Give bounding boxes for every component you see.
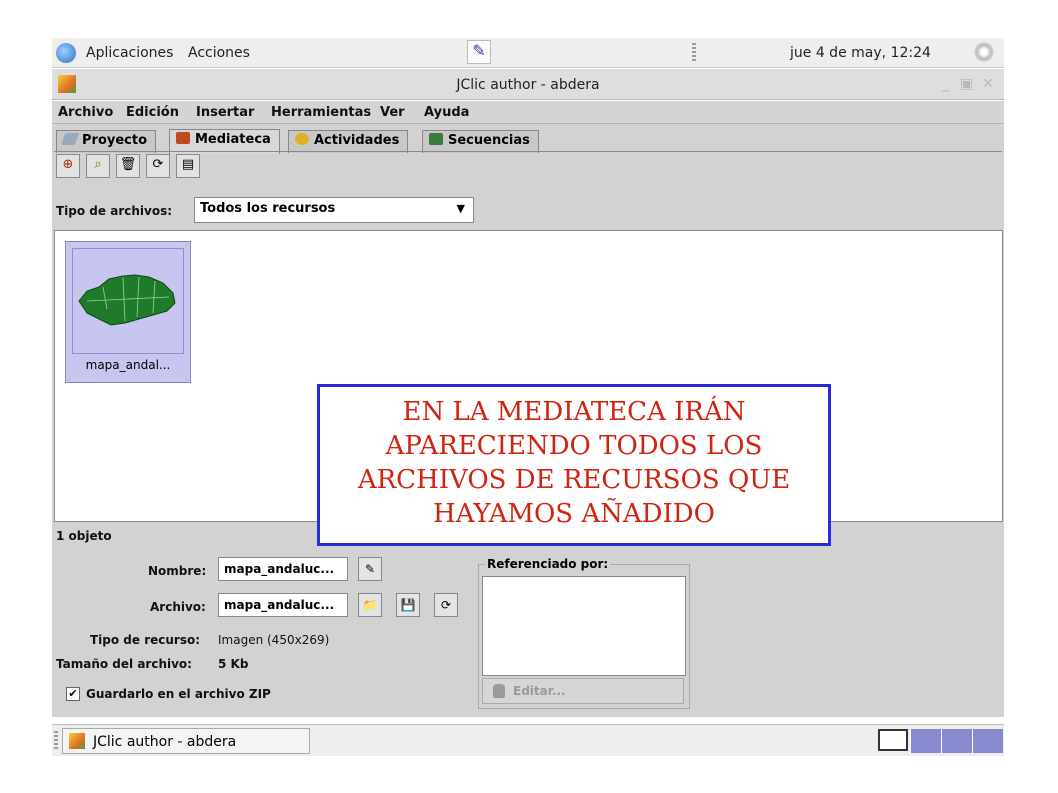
open-folder-button[interactable]: 📁 [358,593,382,617]
annotation-callout: EN LA MEDIATECA IRÁN APARECIENDO TODOS L… [317,384,831,546]
tab-separator [54,151,1002,152]
media-icon [176,132,190,144]
chevron-down-icon: ▼ [456,202,465,215]
zip-label: Guardarlo en el archivo ZIP [86,687,271,701]
workspace-3[interactable] [941,729,972,753]
panel-handle [54,731,58,751]
jclic-task-icon [69,733,85,749]
edit-button[interactable]: Editar... [482,678,684,704]
referenced-by-label: Referenciado por: [485,557,611,571]
media-item-label: mapa_andal... [85,358,171,372]
file-field[interactable]: mapa_andaluc... [218,593,348,617]
workspace-4[interactable] [972,729,1003,753]
file-type-label: Tipo de archivos: [56,204,173,218]
file-label: Archivo: [150,600,206,614]
taskbar-window-label: JClic author - abdera [93,734,237,750]
menu-ayuda[interactable]: Ayuda [424,105,469,120]
file-type-select[interactable]: Todos los recursos ▼ [194,197,474,223]
tab-proyecto[interactable]: Proyecto [56,130,157,153]
applications-menu[interactable]: Aplicaciones [86,45,173,61]
edit-button-label: Editar... [513,684,566,698]
clock[interactable]: jue 4 de may, 12:24 [790,45,931,61]
top-panel: Aplicaciones Acciones ✎ jue 4 de may, 12… [52,38,1004,68]
andalucia-map-icon [78,274,176,326]
file-type-value: Todos los recursos [200,201,336,216]
annotation-line: APARECIENDO TODOS LOS [385,431,763,461]
refresh-button[interactable]: ⟳ [434,593,458,617]
window-title: JClic author - abdera [456,77,600,93]
annotation-line: ARCHIVOS DE RECURSOS QUE [357,465,791,495]
menu-insertar[interactable]: Insertar [196,105,254,120]
close-icon[interactable]: ✕ [982,76,994,92]
panel-separator-handle [692,43,696,63]
menu-bar: Archivo Edición Insertar Herramientas Ve… [52,101,1004,124]
menu-ver[interactable]: Ver [380,105,405,120]
export-button[interactable]: ▤ [176,154,200,178]
map-thumbnail [72,248,184,354]
maximize-icon[interactable]: ▣ [960,76,973,92]
tab-label: Mediateca [195,132,271,147]
volume-icon[interactable] [974,42,994,62]
add-media-button[interactable]: ⊕ [56,154,80,178]
media-item[interactable]: mapa_andal... [65,241,191,383]
preview-button[interactable]: ⌕ [86,154,110,178]
file-size-value: 5 Kb [218,657,249,671]
media-library-area[interactable]: mapa_andal... EN LA MEDIATECA IRÁN APARE… [54,230,1003,546]
tab-actividades[interactable]: Actividades [288,130,409,153]
rename-button[interactable]: ✎ [358,557,382,581]
zip-checkbox[interactable]: ✔ [66,687,80,701]
object-count: 1 objeto [56,529,112,543]
note-launcher-icon[interactable]: ✎ [467,40,491,64]
main-panel: Proyecto Mediateca Actividades Secuencia… [52,124,1004,717]
file-size-label: Tamaño del archivo: [56,657,192,671]
resource-type-value: Imagen (450x269) [218,633,330,647]
annotation-line: EN LA MEDIATECA IRÁN [402,397,746,427]
taskbar-window-button[interactable]: JClic author - abdera [62,728,310,754]
actions-menu[interactable]: Acciones [188,45,250,61]
delete-button[interactable]: 🗑 [116,154,140,178]
referenced-by-list[interactable] [482,576,686,676]
update-button[interactable]: ⟳ [146,154,170,178]
resource-type-label: Tipo de recurso: [90,633,201,647]
workspace-1[interactable] [878,729,908,751]
hand-icon [493,684,505,698]
menu-herramientas[interactable]: Herramientas [271,105,371,120]
tab-label: Actividades [314,133,400,148]
menu-edicion[interactable]: Edición [126,105,179,120]
bottom-panel: JClic author - abdera [52,724,1004,756]
save-button[interactable]: 💾 [396,593,420,617]
name-label: Nombre: [148,564,207,578]
tab-label: Proyecto [82,133,148,148]
workspace-2[interactable] [910,729,941,753]
referenced-by-group: Referenciado por: Editar... [478,557,690,709]
tab-label: Secuencias [448,133,530,148]
tab-secuencias[interactable]: Secuencias [422,130,539,153]
annotation-line: HAYAMOS AÑADIDO [433,499,715,529]
diamond-icon [60,133,80,145]
sequences-icon [429,133,443,145]
gnome-foot-icon[interactable] [56,43,76,63]
name-field[interactable]: mapa_andaluc... [218,557,348,581]
activities-icon [295,133,309,145]
window-titlebar[interactable]: JClic author - abdera _ ▣ ✕ [52,69,1004,100]
menu-archivo[interactable]: Archivo [58,105,113,120]
minimize-icon[interactable]: _ [942,76,949,92]
